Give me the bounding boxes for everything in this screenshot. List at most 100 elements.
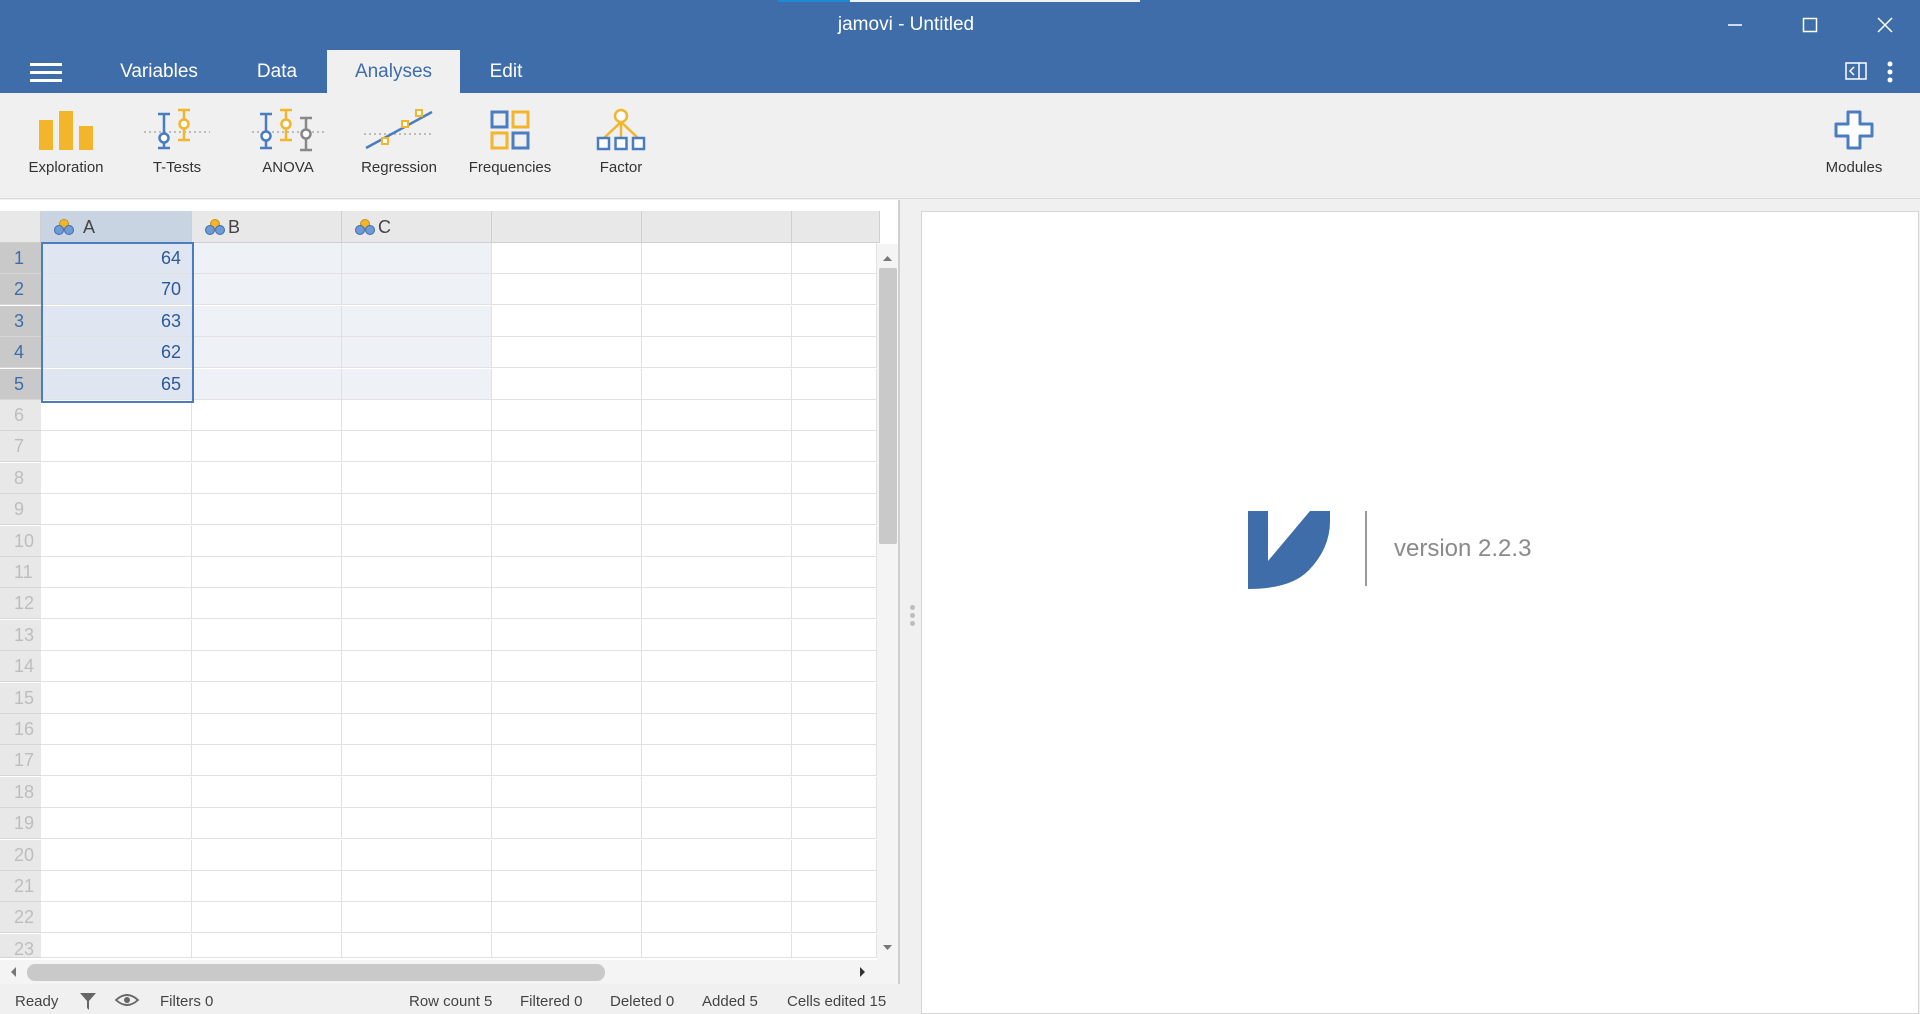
data-cell[interactable]	[41, 683, 192, 714]
data-cell[interactable]	[492, 714, 642, 745]
row-number[interactable]: 11	[0, 557, 41, 588]
row-number[interactable]: 2	[0, 274, 41, 305]
data-cell[interactable]	[492, 557, 642, 588]
row-number[interactable]: 22	[0, 902, 41, 933]
data-cell[interactable]	[642, 588, 792, 619]
data-cell[interactable]	[792, 306, 877, 337]
data-cell[interactable]	[792, 934, 877, 958]
data-cell[interactable]	[642, 243, 792, 274]
data-cell[interactable]	[342, 777, 492, 808]
data-cell[interactable]	[642, 651, 792, 682]
data-cell[interactable]	[192, 337, 342, 368]
row-number[interactable]: 5	[0, 369, 41, 400]
data-cell[interactable]	[792, 840, 877, 871]
data-cell[interactable]	[642, 902, 792, 933]
data-cell[interactable]	[792, 588, 877, 619]
data-cell[interactable]	[642, 777, 792, 808]
data-cell[interactable]	[41, 808, 192, 839]
data-cell[interactable]	[642, 274, 792, 305]
anova-button[interactable]: ANOVA	[233, 93, 343, 198]
data-cell[interactable]	[642, 526, 792, 557]
data-cell[interactable]	[342, 243, 492, 274]
scroll-up-icon[interactable]	[877, 248, 898, 268]
data-cell[interactable]	[642, 400, 792, 431]
maximize-button[interactable]	[1780, 0, 1840, 50]
row-number[interactable]: 9	[0, 494, 41, 525]
data-cell[interactable]	[342, 840, 492, 871]
data-cell[interactable]	[492, 463, 642, 494]
filter-icon[interactable]	[78, 990, 98, 1012]
row-number[interactable]: 21	[0, 871, 41, 902]
data-cell[interactable]	[492, 588, 642, 619]
data-cell[interactable]	[492, 431, 642, 462]
data-cell[interactable]	[792, 620, 877, 651]
row-number[interactable]: 3	[0, 306, 41, 337]
data-cell[interactable]	[192, 243, 342, 274]
data-cell[interactable]	[192, 777, 342, 808]
data-cell[interactable]	[41, 934, 192, 958]
data-cell[interactable]	[792, 463, 877, 494]
data-cell[interactable]	[792, 902, 877, 933]
data-cell[interactable]	[492, 526, 642, 557]
data-cell[interactable]: 62	[41, 337, 192, 368]
data-cell[interactable]	[492, 274, 642, 305]
row-number[interactable]: 23	[0, 934, 41, 959]
data-cell[interactable]	[792, 777, 877, 808]
data-cell[interactable]	[792, 274, 877, 305]
data-cell[interactable]	[342, 526, 492, 557]
data-cell[interactable]	[342, 620, 492, 651]
data-cell[interactable]	[192, 557, 342, 588]
data-cell[interactable]	[642, 494, 792, 525]
data-cell[interactable]	[192, 588, 342, 619]
column-header-b[interactable]: B	[192, 211, 342, 242]
data-cell[interactable]	[41, 745, 192, 776]
data-cell[interactable]	[492, 243, 642, 274]
data-cell[interactable]: 65	[41, 369, 192, 400]
data-cell[interactable]	[41, 902, 192, 933]
data-cell[interactable]	[192, 683, 342, 714]
data-cell[interactable]	[792, 651, 877, 682]
data-cell[interactable]	[192, 620, 342, 651]
data-cell[interactable]	[192, 369, 342, 400]
data-cell[interactable]	[492, 337, 642, 368]
data-cell[interactable]	[792, 431, 877, 462]
scroll-left-icon[interactable]	[4, 960, 24, 984]
row-number[interactable]: 6	[0, 400, 41, 431]
data-cell[interactable]: 70	[41, 274, 192, 305]
data-cell[interactable]	[342, 588, 492, 619]
column-header-empty[interactable]	[792, 211, 880, 242]
data-cell[interactable]	[192, 431, 342, 462]
data-cell[interactable]	[642, 714, 792, 745]
data-cell[interactable]	[192, 714, 342, 745]
data-cell[interactable]	[41, 588, 192, 619]
tab-data[interactable]: Data	[237, 50, 317, 93]
data-cell[interactable]	[792, 871, 877, 902]
data-cell[interactable]	[492, 369, 642, 400]
row-number[interactable]: 12	[0, 588, 41, 619]
data-cell[interactable]	[642, 620, 792, 651]
row-number[interactable]: 1	[0, 243, 41, 274]
data-cell[interactable]	[792, 369, 877, 400]
scroll-right-icon[interactable]	[852, 960, 872, 984]
data-cell[interactable]	[642, 871, 792, 902]
factor-button[interactable]: Factor	[566, 93, 676, 198]
data-cell[interactable]	[342, 714, 492, 745]
data-cell[interactable]	[41, 777, 192, 808]
row-number[interactable]: 17	[0, 745, 41, 776]
eye-icon[interactable]	[114, 992, 140, 1008]
row-number[interactable]: 20	[0, 840, 41, 871]
data-cell[interactable]	[192, 526, 342, 557]
data-cell[interactable]	[342, 683, 492, 714]
data-cell[interactable]	[642, 934, 792, 958]
data-cell[interactable]	[792, 557, 877, 588]
data-cell[interactable]	[792, 494, 877, 525]
data-cell[interactable]	[342, 745, 492, 776]
data-cell[interactable]	[342, 871, 492, 902]
horizontal-scroll-thumb[interactable]	[27, 964, 605, 981]
data-cell[interactable]	[41, 840, 192, 871]
data-cell[interactable]	[192, 306, 342, 337]
data-cell[interactable]	[342, 431, 492, 462]
data-cell[interactable]	[41, 620, 192, 651]
more-options-button[interactable]	[1886, 60, 1894, 89]
data-cell[interactable]	[342, 274, 492, 305]
